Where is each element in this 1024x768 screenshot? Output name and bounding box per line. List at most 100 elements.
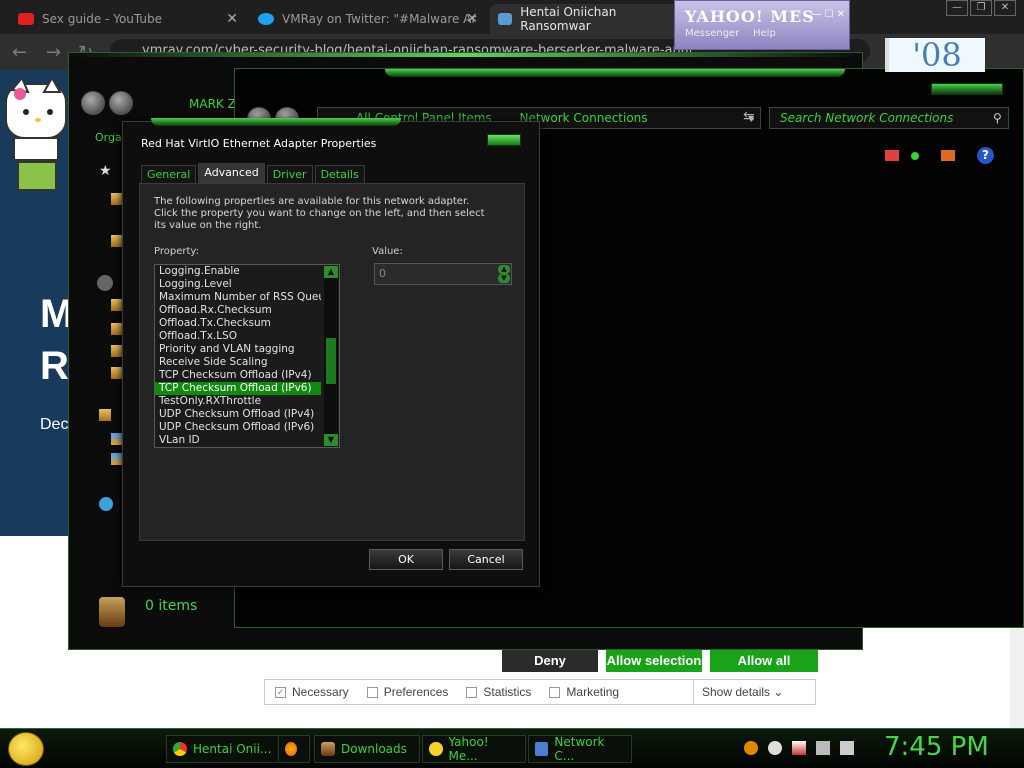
action-center-icon[interactable] [792,741,806,755]
minus-tray-icon[interactable] [768,741,782,755]
scroll-up-icon[interactable]: ▲ [324,266,338,278]
window-glow [69,53,862,57]
checkbox-box[interactable]: ✓ [275,686,286,698]
refresh-icon[interactable]: ⇆ [743,109,755,125]
vmray-icon [498,13,513,25]
scroll-thumb[interactable] [326,338,336,384]
deny-button[interactable]: Deny [502,650,598,672]
browser-tab-vmray[interactable]: Hentai Oniichan Ransomwar [490,4,680,34]
preview-pane-icon[interactable] [941,150,955,161]
taskbar-item-yahoo[interactable]: Yahoo! Me... [422,735,526,763]
checkbox-statistics[interactable]: Statistics [466,685,531,699]
property-list-scrollbar[interactable]: ▲ ▼ [324,266,338,446]
close-tab-icon[interactable]: ✕ [226,11,238,27]
close-icon[interactable]: ✕ [994,0,1016,16]
property-list-item[interactable]: UDP Checksum Offload (IPv6) [155,421,321,434]
network-tray-icon[interactable] [816,741,830,755]
property-list-item[interactable]: Offload.Tx.Checksum [155,317,321,330]
checkbox-box[interactable] [549,686,561,698]
spin-down-icon[interactable]: ▼ [498,274,510,283]
scroll-down-icon[interactable]: ▼ [324,434,338,446]
search-tray-icon[interactable] [744,741,758,755]
window-controls[interactable] [931,83,1003,95]
browser-tab-twitter[interactable]: VMRay on Twitter: "#Malware Ar ✕ [250,4,488,34]
property-list-item[interactable]: Logging.Level [155,278,321,291]
browser-tabstrip: Sex guide - YouTube ✕ VMRay on Twitter: … [0,0,1024,34]
search-icon[interactable]: ⚲ [993,111,1002,125]
forward-arrow-icon[interactable]: → [46,42,61,63]
window-controls: — ❐ ✕ [946,0,1016,16]
checkbox-necessary[interactable]: ✓ Necessary [275,685,349,699]
forward-orb-icon[interactable] [109,91,133,115]
view-options-icon[interactable] [911,151,919,160]
start-smiley-icon[interactable] [8,732,44,766]
tab-general[interactable]: General [141,165,197,183]
close-button[interactable] [487,134,521,146]
dialog-tabs: General Advanced Driver Details [141,163,367,183]
allow-all-button[interactable]: Allow all [710,650,818,672]
checkbox-label: Marketing [566,685,620,699]
favorites-star-icon[interactable]: ★ [99,163,112,179]
taskbar: Hentai Onii... Downloads Yahoo! Me... Ne… [0,728,1024,768]
property-list-item[interactable]: Logging.Enable [155,265,321,278]
property-list-item[interactable]: Offload.Rx.Checksum [155,304,321,317]
tab-details[interactable]: Details [314,165,365,183]
yahoo-messenger-window[interactable]: YAHOO! MES Messenger Help — ☐ ✕ [674,0,850,50]
property-list-item[interactable]: UDP Checksum Offload (IPv4) [155,408,321,421]
tab-title: Sex guide - YouTube [42,12,163,26]
spinner[interactable]: ▲ ▼ [498,265,510,283]
property-label: Property: [154,246,199,257]
close-tab-icon[interactable]: ✕ [466,11,478,27]
maximize-icon[interactable]: ❐ [970,0,992,16]
property-list-item[interactable]: VLan ID [155,434,321,447]
property-list-item[interactable]: Priority and VLAN tagging [155,343,321,356]
spin-up-icon[interactable]: ▲ [498,265,510,274]
minimize-icon[interactable]: — [946,0,968,16]
back-arrow-icon[interactable]: ← [12,42,27,63]
libraries-icon[interactable] [97,275,113,291]
network-globe-icon[interactable] [99,497,113,511]
downloads-icon [321,742,335,756]
property-list-item[interactable]: TCP Checksum Offload (IPv4) [155,369,321,382]
value-label: Value: [372,246,403,257]
clock[interactable]: 7:45 PM [884,732,989,762]
ok-button[interactable]: OK [369,549,443,570]
messenger-menu[interactable]: Messenger [685,28,739,39]
cookie-preferences: ✓ Necessary Preferences Statistics Market… [264,679,816,705]
value-spinbox[interactable]: 0 ▲ ▼ [374,263,512,285]
taskbar-item-downloads[interactable]: Downloads [314,735,420,763]
twitter-icon [258,13,274,25]
tab-driver[interactable]: Driver [266,165,313,183]
property-list-item[interactable]: Maximum Number of RSS Queues [155,291,321,304]
browser-tab-youtube[interactable]: Sex guide - YouTube ✕ [10,4,248,34]
window-controls[interactable]: — ☐ ✕ [811,9,845,20]
taskbar-item-firefox[interactable] [278,735,310,763]
property-list-item[interactable]: Receive Side Scaling [155,356,321,369]
show-details-toggle[interactable]: Show details ⌄ [693,680,817,704]
volume-icon[interactable] [840,741,854,755]
help-icon[interactable]: ? [977,147,994,164]
flag-icon[interactable] [885,150,899,161]
taskbar-label: Downloads [341,742,407,756]
network-icon [535,742,549,756]
property-list[interactable]: Logging.Enable Logging.Level Maximum Numbe… [154,264,340,448]
checkbox-box[interactable] [366,686,378,698]
property-list-item[interactable]: TCP Checksum Offload (IPv6) [155,382,321,395]
checkbox-preferences[interactable]: Preferences [366,685,448,699]
back-orb-icon[interactable] [81,91,105,115]
checkbox-box[interactable] [466,686,478,698]
chrome-icon [173,742,187,756]
search-input[interactable]: Search Network Connections [769,107,1009,129]
help-menu[interactable]: Help [753,28,776,39]
property-list-item[interactable]: Offload.Tx.LSO [155,330,321,343]
property-list-item[interactable]: TestOnly.RXThrottle [155,395,321,408]
allow-selection-button[interactable]: Allow selection [606,650,702,672]
homegroup-icon[interactable] [99,409,111,421]
taskbar-label: Network C... [554,735,605,763]
yahoo-smiley-icon [429,742,443,756]
taskbar-item-network[interactable]: Network C... [528,735,632,763]
checkbox-marketing[interactable]: Marketing [549,685,619,699]
cancel-button[interactable]: Cancel [449,549,523,570]
dialog-glow [151,118,401,126]
tab-advanced[interactable]: Advanced [198,163,265,183]
